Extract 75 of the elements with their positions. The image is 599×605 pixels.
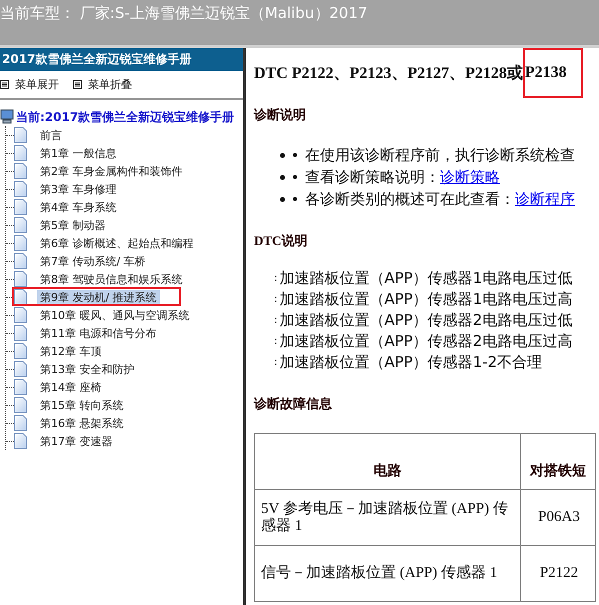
page-icon (14, 289, 27, 305)
table-cell: P06A3 (520, 490, 596, 546)
column-header: 对搭铁短 (520, 434, 596, 490)
tree-item[interactable]: 第16章 悬架系统 (37, 416, 126, 430)
tree-item[interactable]: 第6章 诊断概述、起始点和编程 (37, 236, 196, 250)
dtc-description: 加速踏板位置（APP）传感器2电路电压过低 (279, 311, 572, 330)
page-icon (14, 379, 27, 395)
colon-mark: : (274, 336, 278, 347)
page-icon (14, 415, 27, 431)
bullet-icon (293, 197, 297, 201)
menu-button[interactable]: 菜单展开 (0, 77, 59, 92)
colon-mark: : (274, 357, 278, 368)
page-icon (14, 433, 27, 449)
tree-item[interactable]: 第15章 转向系统 (37, 398, 126, 412)
bullet-text: 查看诊断策略说明： (305, 168, 440, 186)
tree-item[interactable]: 第11章 电源和信号分布 (37, 326, 160, 340)
dtc-heading: DTC P2122、P2123、P2127、P2128或 (254, 64, 523, 84)
tree-item[interactable]: 第13章 安全和防护 (37, 362, 138, 376)
highlighted-code: P2138 (522, 48, 583, 98)
section-title: DTC说明 (254, 232, 308, 250)
bullet-icon (280, 152, 285, 158)
tree-item[interactable]: 第4章 车身系统 (37, 200, 120, 214)
page-icon (14, 235, 27, 251)
dtc-description: 加速踏板位置（APP）传感器1电路电压过高 (279, 290, 572, 309)
page-icon (14, 307, 27, 323)
tree-item[interactable]: 第8章 驾驶员信息和娱乐系统 (37, 272, 186, 286)
tree-item[interactable]: 第9章 发动机/ 推进系统 (37, 290, 160, 304)
page-icon (14, 397, 27, 413)
table-cell: 信号－加速踏板位置 (APP) 传感器 1 (254, 546, 520, 602)
page-icon (14, 253, 27, 269)
tree-item[interactable]: 前言 (37, 128, 65, 142)
dtc-description: 加速踏板位置（APP）传感器2电路电压过高 (279, 332, 572, 351)
tree-item[interactable]: 第7章 传动系统/ 车桥 (37, 254, 149, 268)
bullet-text: 各诊断类别的概述可在此查看： (305, 190, 515, 208)
colon-mark: : (274, 273, 278, 284)
section-title: 诊断故障信息 (254, 395, 333, 413)
link[interactable]: 诊断程序 (515, 190, 575, 208)
link[interactable]: 诊断策略 (440, 168, 500, 186)
bullet-icon (280, 196, 285, 202)
tree-root[interactable]: 当前:2017款雪佛兰全新迈锐宝维修手册 (16, 108, 234, 126)
page-icon (14, 181, 27, 197)
tree-item[interactable]: 第5章 制动器 (37, 218, 108, 232)
page-icon (14, 163, 27, 179)
table-cell: P2122 (520, 546, 596, 602)
vehicle-title: 当前车型： 厂家:S-上海雪佛兰迈锐宝（Malibu）2017 (0, 4, 368, 23)
page-icon (14, 127, 27, 143)
menu-icon (73, 80, 82, 89)
page-icon (14, 361, 27, 377)
page-icon (14, 217, 27, 233)
section-title: 诊断说明 (254, 106, 307, 124)
tree-item[interactable]: 第10章 暖风、通风与空调系统 (37, 308, 192, 322)
manual-header: 2017款雪佛兰全新迈锐宝维修手册 (0, 48, 243, 71)
page-icon (14, 199, 27, 215)
dtc-description: 加速踏板位置（APP）传感器1电路电压过低 (279, 269, 572, 288)
page-icon (14, 325, 27, 341)
bullet-icon (293, 153, 297, 157)
page-icon (14, 271, 27, 287)
bullet-text: 在使用该诊断程序前，执行诊断系统检查 (305, 146, 575, 164)
bullet-icon (280, 174, 285, 180)
tree-item[interactable]: 第3章 车身修理 (37, 182, 120, 196)
bullet-icon (293, 175, 297, 179)
dtc-description: 加速踏板位置（APP）传感器1-2不合理 (279, 353, 542, 372)
column-header: 电路 (254, 434, 520, 490)
page-icon (14, 145, 27, 161)
menu-button[interactable]: 菜单折叠 (73, 77, 132, 92)
tree-item[interactable]: 第12章 车顶 (37, 344, 104, 358)
tree-item[interactable]: 第14章 座椅 (37, 380, 104, 394)
table-cell: 5V 参考电压－加速踏板位置 (APP) 传感器 1 (254, 490, 520, 546)
colon-mark: : (274, 294, 278, 305)
tree-item[interactable]: 第2章 车身金属构件和装饰件 (37, 164, 186, 178)
tree-item[interactable]: 第17章 变速器 (37, 434, 116, 448)
colon-mark: : (274, 315, 278, 326)
tree-item[interactable]: 第1章 一般信息 (37, 146, 120, 160)
page-icon (14, 343, 27, 359)
computer-icon (0, 109, 14, 125)
